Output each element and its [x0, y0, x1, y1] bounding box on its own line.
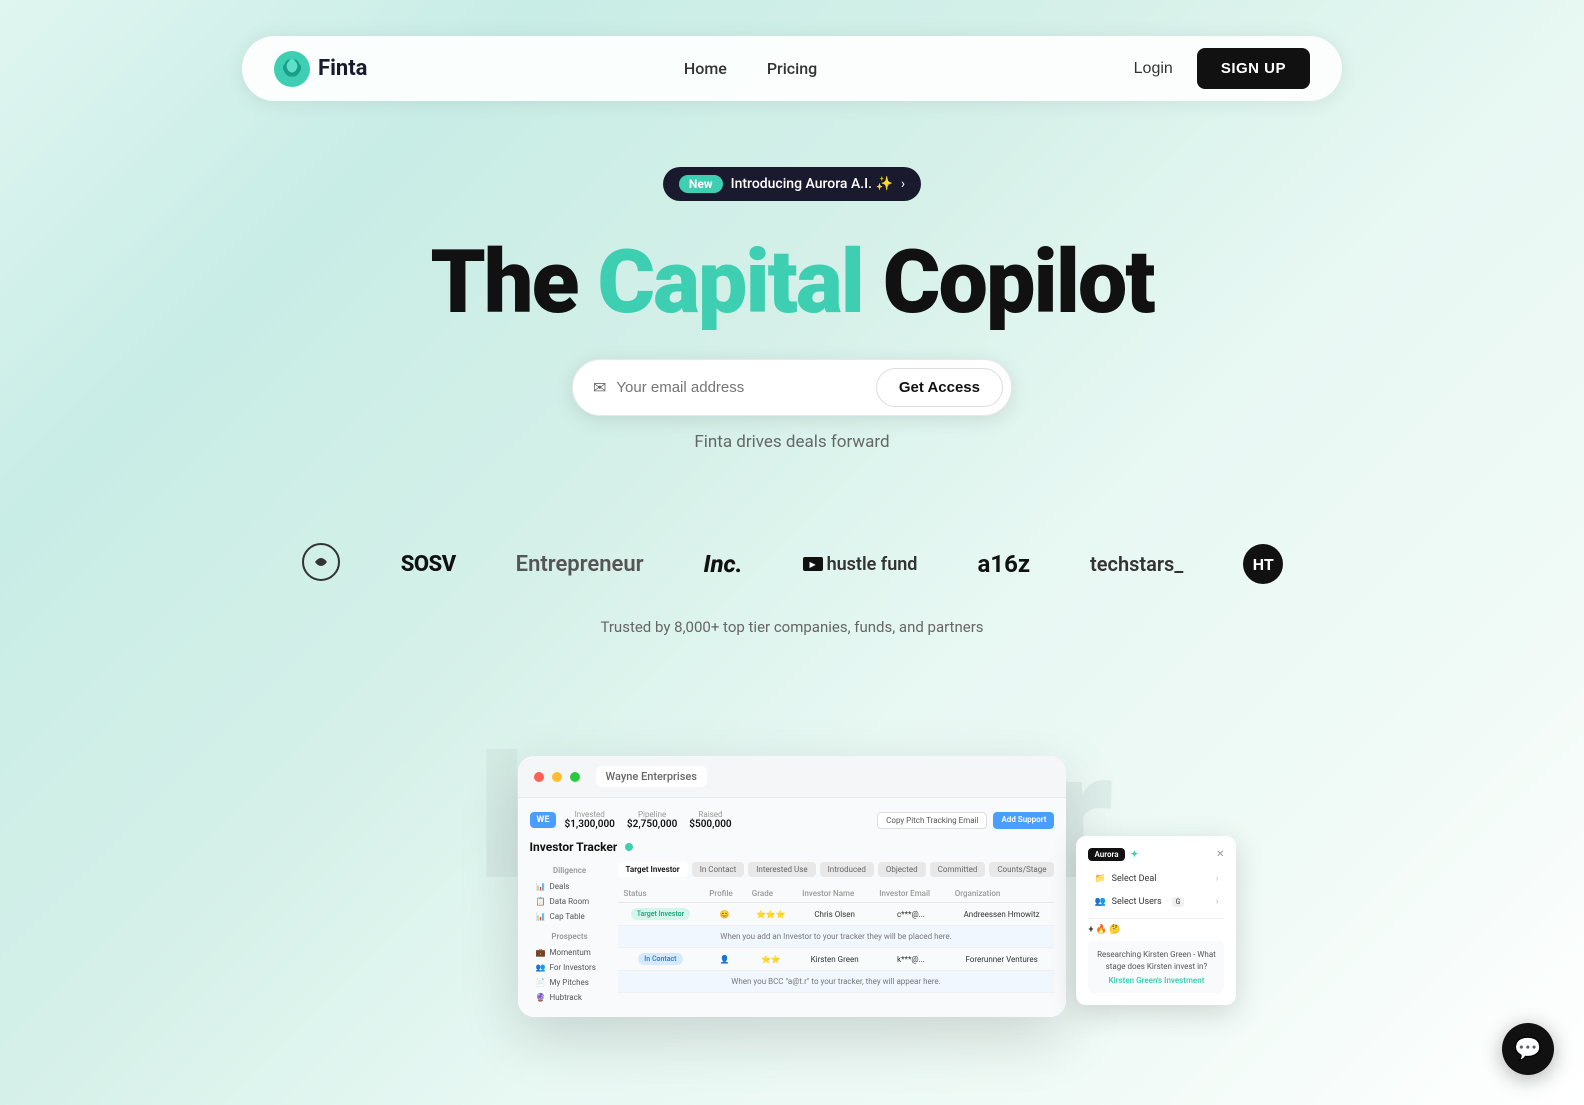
add-support-btn[interactable]: Add Support	[993, 812, 1054, 829]
tab-objected[interactable]: Objected	[878, 862, 926, 877]
hero-title-highlight: Capital	[597, 231, 862, 334]
window-dot-green	[570, 772, 580, 782]
table-row: When you add an Investor to your tracker…	[618, 926, 1055, 948]
col-investor-email: Investor Email	[873, 885, 949, 903]
dashboard-stats-bar: WE Invested $1,300,000 Pipeline $2,750,0…	[530, 810, 1055, 830]
tab-committed[interactable]: Committed	[930, 862, 986, 877]
hero-title-prefix: The	[430, 231, 597, 334]
dashboard-tab-label: Wayne Enterprises	[596, 766, 707, 787]
navbar: Finta Home Pricing Login SIGN UP	[242, 36, 1342, 101]
col-org: Organization	[949, 885, 1055, 903]
logo-icon-1	[301, 542, 341, 582]
dashboard-wrapper: Wayne Enterprises WE Invested $1,300,000…	[518, 756, 1067, 1017]
status-tabs: Target Investor In Contact Interested Us…	[618, 862, 1055, 877]
nav-actions: Login SIGN UP	[1134, 48, 1310, 89]
col-grade: Grade	[746, 885, 796, 903]
logo-inc: Inc.	[704, 550, 743, 578]
logo-hustle-fund: ▶ hustle fund	[803, 554, 918, 575]
aurora-panel: Aurora ✦ ✕ 📁 Select Deal › 👥 Select User…	[1076, 836, 1236, 1004]
aurora-select-users[interactable]: 👥 Select Users G ›	[1088, 892, 1224, 912]
aurora-message-box: Researching Kirsten Green - What stage d…	[1088, 941, 1224, 992]
badge-new-label: New	[679, 175, 723, 193]
aurora-message-text: Researching Kirsten Green - What stage d…	[1096, 949, 1216, 971]
tab-introduced[interactable]: Introduced	[820, 862, 874, 877]
left-sidebar: Diligence 📊Deals 📋Data Room 📊Cap Table P…	[530, 862, 610, 1005]
tab-target-investor[interactable]: Target Investor	[618, 862, 688, 877]
tab-interested-use[interactable]: Interested Use	[748, 862, 815, 877]
nav-links: Home Pricing	[684, 59, 817, 78]
aurora-close-button[interactable]: ✕	[1216, 849, 1224, 860]
email-icon: ✉	[593, 378, 606, 397]
logo-sosv: SOSV	[401, 552, 456, 577]
get-access-button[interactable]: Get Access	[876, 368, 1003, 407]
tracker-title: Investor Tracker	[530, 840, 618, 854]
tracker-title-bar: Investor Tracker	[530, 840, 1055, 854]
logo-a16z: a16z	[977, 550, 1030, 578]
dashboard-header: Wayne Enterprises	[518, 756, 1067, 798]
stat-pipeline: Pipeline $2,750,000	[627, 810, 677, 830]
badge-text: Introducing Aurora A.I. ✨	[731, 176, 893, 192]
logo-entrepreneur: Entrepreneur	[516, 552, 644, 577]
company-logo: WE	[530, 812, 557, 828]
col-status: Status	[618, 885, 704, 903]
table-row: When you BCC "a@t.r" to your tracker, th…	[618, 971, 1055, 993]
login-button[interactable]: Login	[1134, 60, 1173, 78]
chat-button[interactable]: 💬	[1502, 1023, 1554, 1075]
investor-table: Status Profile Grade Investor Name Inves…	[618, 885, 1055, 993]
investor-section: Investor Wayne Enterprises WE Invested $	[0, 676, 1584, 1021]
logo-ht: HT	[1243, 544, 1283, 584]
aurora-select-deal[interactable]: 📁 Select Deal ›	[1088, 869, 1224, 889]
email-input[interactable]	[616, 379, 875, 396]
aurora-badge: Aurora	[1088, 848, 1124, 861]
tracker-layout: Diligence 📊Deals 📋Data Room 📊Cap Table P…	[530, 862, 1055, 1005]
dashboard-preview: Wayne Enterprises WE Invested $1,300,000…	[518, 756, 1067, 1017]
copy-tracker-btn[interactable]: Copy Pitch Tracking Email	[877, 812, 987, 829]
table-row: In Contact 👤 ⭐⭐ Kirsten Green k***@... F…	[618, 948, 1055, 971]
logo-text: Finta	[318, 56, 367, 81]
hero-subtitle: Finta drives deals forward	[20, 432, 1564, 452]
badge-arrow-icon: ›	[901, 176, 905, 192]
logo-techstars: techstars_	[1090, 552, 1183, 576]
chat-icon: 💬	[1514, 1037, 1541, 1062]
hero-title: The Capital Copilot	[20, 237, 1564, 329]
signup-button[interactable]: SIGN UP	[1197, 48, 1310, 89]
window-dot-red	[534, 772, 544, 782]
window-dot-yellow	[552, 772, 562, 782]
announcement-badge[interactable]: New Introducing Aurora A.I. ✨ ›	[663, 167, 921, 201]
trusted-text: Trusted by 8,000+ top tier companies, fu…	[0, 618, 1584, 636]
logo-area[interactable]: Finta	[274, 51, 367, 87]
logos-section: SOSV Entrepreneur Inc. ▶ hustle fund a16…	[0, 522, 1584, 606]
dashboard-actions: Copy Pitch Tracking Email Add Support	[877, 812, 1054, 829]
tab-counts-stage[interactable]: Counts/Stage	[989, 862, 1054, 877]
stat-raised: Raised $500,000	[689, 810, 731, 830]
hero-section: New Introducing Aurora A.I. ✨ › The Capi…	[0, 137, 1584, 522]
aurora-divider	[1088, 918, 1224, 919]
aurora-header: Aurora ✦ ✕	[1088, 848, 1224, 861]
hero-title-suffix: Copilot	[863, 231, 1154, 334]
dashboard-stats: Invested $1,300,000 Pipeline $2,750,000 …	[564, 810, 731, 830]
tracker-main: Target Investor In Contact Interested Us…	[618, 862, 1055, 1005]
tracker-indicator	[625, 843, 633, 851]
email-form: ✉ Get Access	[572, 359, 1012, 416]
stat-invested: Invested $1,300,000	[564, 810, 614, 830]
dashboard-body: WE Invested $1,300,000 Pipeline $2,750,0…	[518, 798, 1067, 1017]
aurora-message-author: Kirsten Green's Investment	[1096, 976, 1216, 985]
nav-link-home[interactable]: Home	[684, 59, 727, 78]
finta-logo-icon	[274, 51, 310, 87]
logo-item-1	[301, 542, 341, 586]
table-row: Target Investor 😊 ⭐⭐⭐ Chris Olsen c***@.…	[618, 903, 1055, 926]
nav-link-pricing[interactable]: Pricing	[767, 59, 817, 78]
col-investor-name: Investor Name	[796, 885, 873, 903]
tab-in-contact[interactable]: In Contact	[692, 862, 745, 877]
col-profile: Profile	[703, 885, 745, 903]
